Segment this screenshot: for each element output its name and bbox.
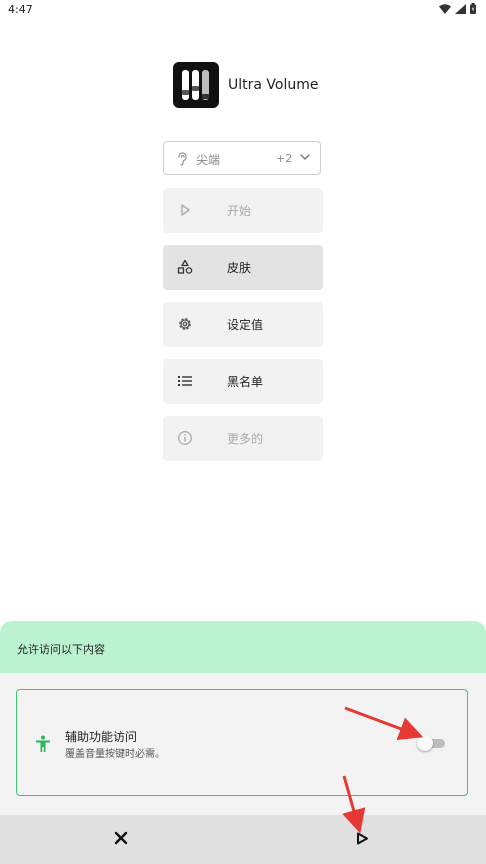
permission-sheet-header: 允许访问以下内容 (0, 621, 486, 673)
status-icons (439, 3, 476, 14)
bottom-action-bar (0, 815, 486, 864)
signal-icon (455, 3, 466, 14)
accessibility-permission-card[interactable]: 辅助功能访问 覆盖音量按键时必需。 (16, 689, 468, 796)
permission-item-title: 辅助功能访问 (65, 730, 138, 744)
list-icon (178, 376, 192, 386)
more-button-label: 更多的 (227, 432, 264, 446)
skins-button[interactable]: 皮肤 (163, 245, 323, 290)
start-button-label: 开始 (227, 204, 252, 218)
permission-item-description: 覆盖音量按键时必需。 (65, 749, 165, 760)
device-select-count: +2 (276, 152, 293, 165)
device-select[interactable]: 尖端 +2 (163, 141, 321, 175)
status-time: 4:47 (8, 3, 33, 16)
settings-button[interactable]: 设定值 (163, 302, 323, 347)
accessibility-icon (36, 735, 50, 752)
status-bar: 4:47 (0, 0, 486, 20)
shapes-icon (177, 259, 193, 274)
close-icon[interactable] (114, 831, 128, 845)
device-select-label: 尖端 (196, 153, 221, 167)
play-icon (181, 204, 190, 216)
permission-sheet-title: 允许访问以下内容 (17, 643, 105, 656)
chevron-down-icon (300, 154, 310, 160)
more-button[interactable]: 更多的 (163, 416, 323, 461)
ear-icon (178, 152, 187, 166)
app-logo (173, 62, 219, 108)
blacklist-button[interactable]: 黑名单 (163, 359, 323, 404)
settings-button-label: 设定值 (227, 318, 264, 332)
gear-icon (179, 318, 191, 330)
app-header: Ultra Volume (173, 62, 318, 108)
info-icon (178, 431, 192, 445)
wifi-icon (439, 3, 451, 14)
start-button[interactable]: 开始 (163, 188, 323, 233)
skins-button-label: 皮肤 (227, 261, 252, 275)
accessibility-toggle[interactable] (417, 734, 445, 752)
app-title: Ultra Volume (228, 77, 319, 93)
next-arrow-icon[interactable] (356, 832, 369, 845)
battery-icon (470, 3, 476, 14)
blacklist-button-label: 黑名单 (227, 375, 264, 389)
